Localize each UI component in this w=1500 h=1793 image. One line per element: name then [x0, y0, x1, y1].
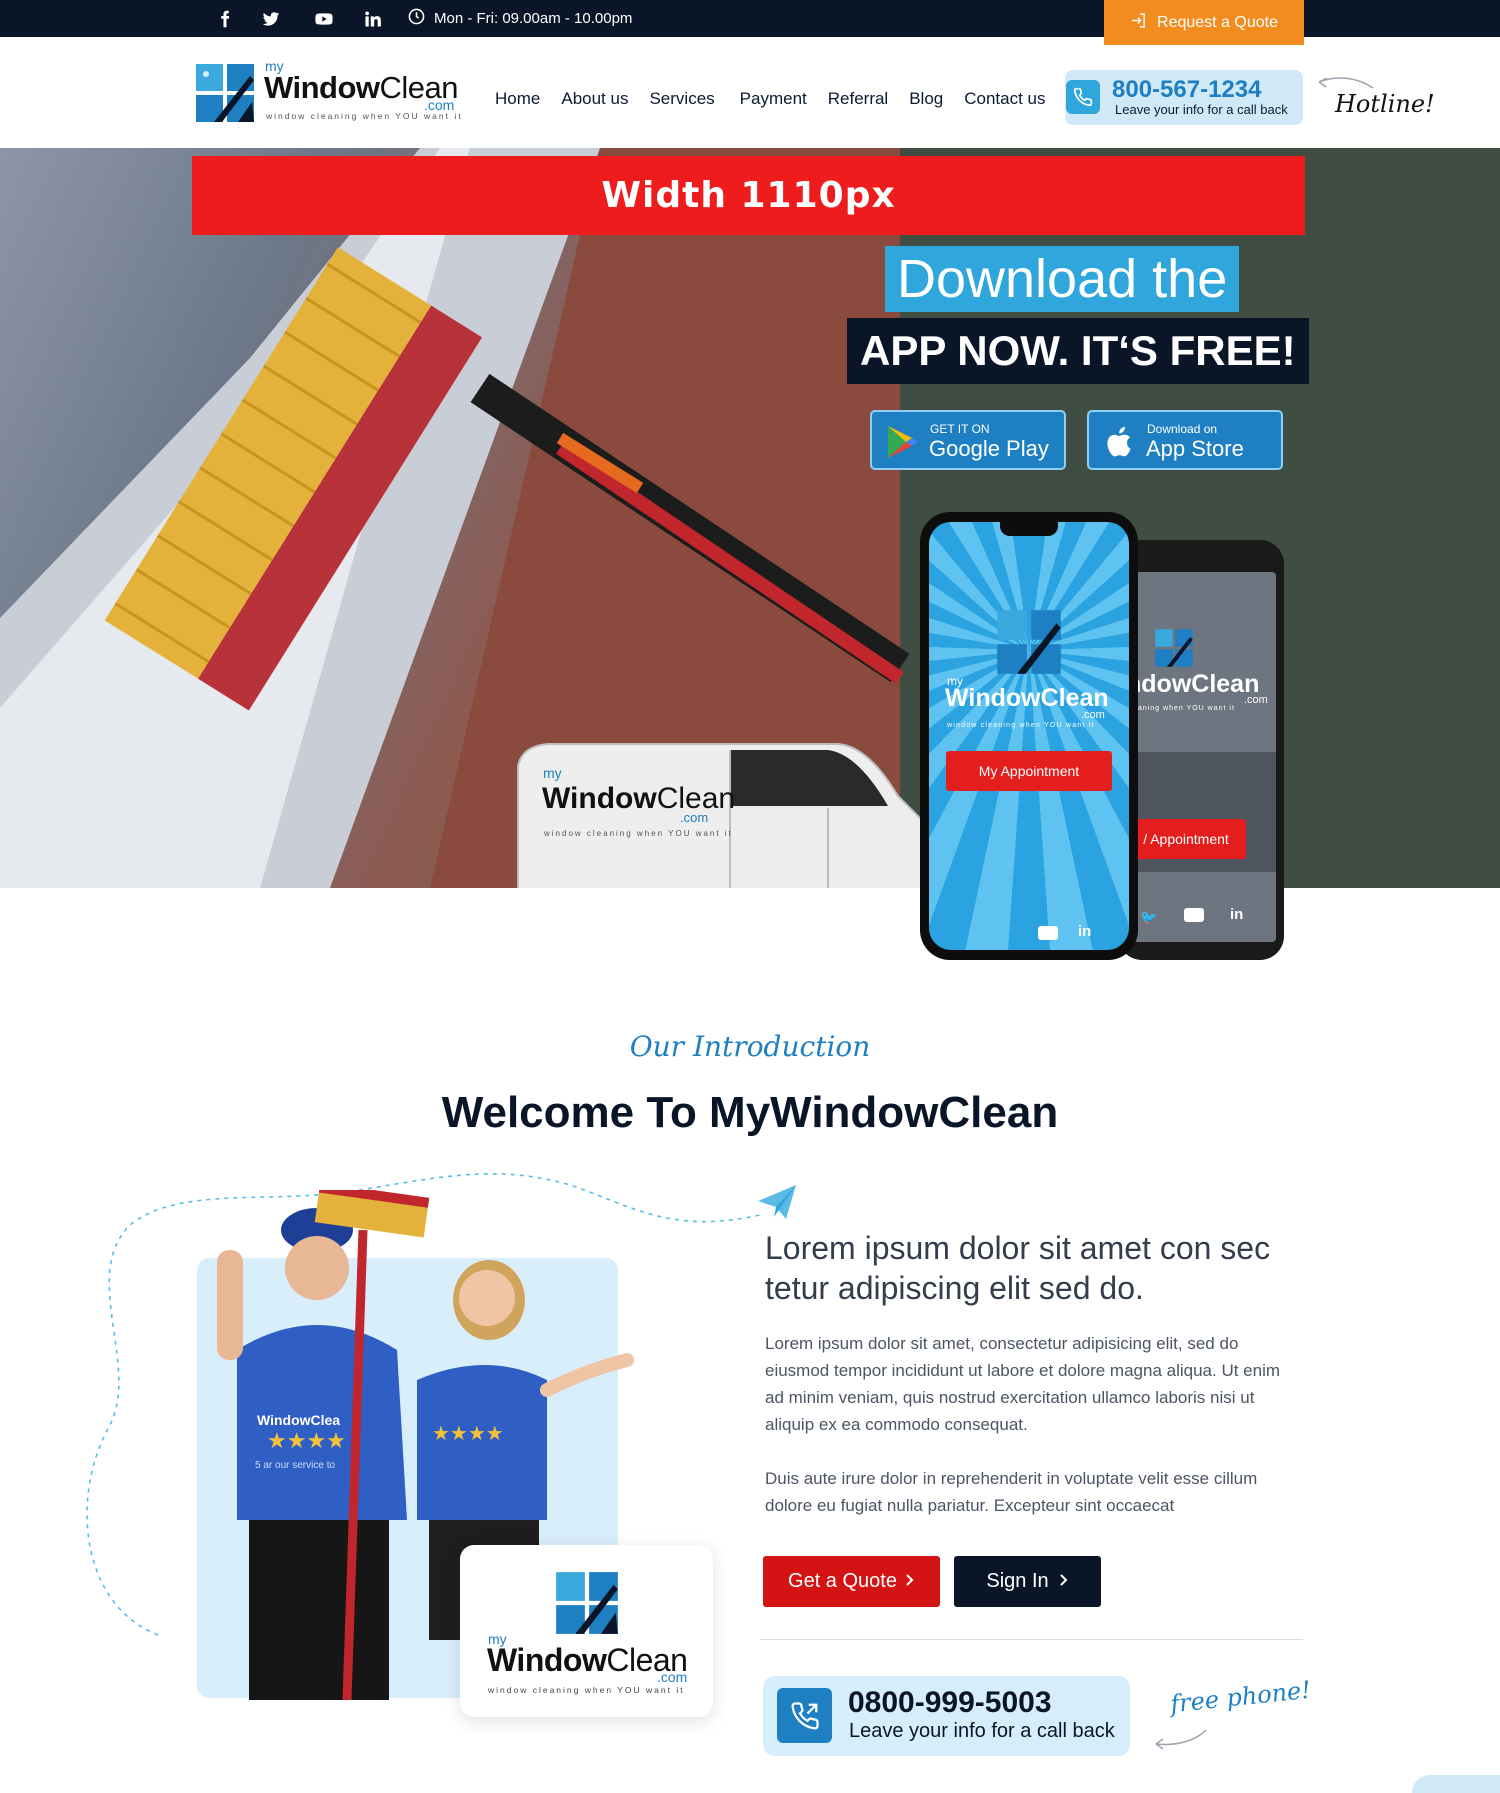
sign-in-button[interactable]: Sign In	[954, 1556, 1101, 1607]
nav-home[interactable]: Home	[495, 89, 540, 109]
phone-back-tagline: cleaning when YOU want it	[1126, 705, 1235, 712]
phone-back-linkedin-icon: in	[1230, 906, 1244, 923]
logo-window-icon	[194, 62, 256, 124]
request-quote-label: Request a Quote	[1157, 13, 1278, 31]
nav-payment[interactable]: Payment	[740, 89, 807, 109]
phone-back-com: .com	[1244, 694, 1268, 706]
free-phone-subtext: Leave your info for a call back	[849, 1720, 1115, 1742]
van-logo-com: .com	[680, 810, 708, 825]
get-quote-label: Get a Quote	[788, 1570, 897, 1592]
hotline-script-label: Hotline!	[1335, 90, 1435, 118]
phone-back-brand: ndowClean	[1126, 670, 1260, 698]
phone-back-mockup: ndowClean .com cleaning when YOU want it…	[1118, 540, 1284, 960]
section-divider	[760, 1639, 1303, 1640]
phone-callback-icon	[777, 1688, 832, 1743]
nav-blog[interactable]: Blog	[909, 89, 943, 109]
youtube-icon[interactable]	[313, 8, 335, 30]
bottom-corner-shape	[1412, 1775, 1500, 1793]
app-store-small: Download on	[1147, 422, 1218, 436]
phone-back-appointment-button[interactable]: / Appointment	[1126, 819, 1246, 859]
badge-logo-com: .com	[657, 1669, 688, 1685]
google-play-small: GET IT ON	[930, 422, 990, 436]
phone-icon	[1066, 80, 1100, 114]
badge-logo-icon	[556, 1572, 618, 1634]
phone-front-tagline: window cleaning when YOU want it	[947, 722, 1095, 729]
phone-front-mockup: my WindowClean .com window cleaning when…	[920, 512, 1138, 960]
shirt-service-text: 5 ar our service to	[255, 1460, 335, 1471]
hotline-number[interactable]: 800-567-1234	[1112, 76, 1261, 104]
clock-icon	[408, 8, 425, 29]
paper-plane-icon	[758, 1185, 796, 1219]
hero-heading-line1: Download the	[885, 246, 1240, 312]
google-play-button[interactable]: GET IT ON Google Play	[870, 410, 1066, 470]
get-quote-button[interactable]: Get a Quote	[763, 1556, 940, 1607]
free-phone-script-label: free phone!	[1168, 1675, 1313, 1719]
intro-paragraph-1: Lorem ipsum dolor sit amet, consectetur …	[765, 1334, 1281, 1434]
phone-back-logo-icon	[1155, 629, 1193, 667]
nav-contact-us[interactable]: Contact us	[964, 89, 1045, 109]
van-logo-tagline: window cleaning when YOU want it	[543, 829, 733, 838]
badge-logo-tagline: window cleaning when YOU want it	[488, 1685, 685, 1695]
twitter-icon[interactable]	[260, 8, 282, 30]
chevron-right-icon	[1059, 1570, 1069, 1593]
intro-title: Welcome To MyWindowClean	[441, 1088, 1059, 1137]
business-hours: Mon - Fri: 09.00am - 10.00pm	[408, 8, 632, 28]
width-banner: Width 1110px	[192, 156, 1305, 235]
linkedin-icon[interactable]	[362, 8, 384, 30]
intro-script-label: Our Introduction	[629, 1030, 871, 1063]
curved-arrow-icon	[1155, 1729, 1207, 1750]
sign-in-label: Sign In	[986, 1570, 1049, 1592]
hours-text: Mon - Fri: 09.00am - 10.00pm	[434, 9, 633, 27]
nav-referral[interactable]: Referral	[828, 89, 888, 109]
free-phone-number[interactable]: 0800-999-5003	[848, 1686, 1052, 1720]
phone-front-linkedin-icon: in	[1078, 923, 1092, 940]
hotline-subtext: Leave your info for a call back	[1115, 102, 1288, 117]
main-nav: Home About us Services Payment Referral …	[495, 89, 1046, 109]
phone-front-com: .com	[1081, 709, 1105, 721]
google-play-big: Google Play	[929, 436, 1049, 461]
phone-notch	[1000, 522, 1058, 536]
phone-front-appointment-button[interactable]: My Appointment	[946, 751, 1112, 791]
apple-icon	[1107, 426, 1131, 457]
svg-text:★★★★: ★★★★	[432, 1423, 504, 1445]
phone-front-logo-icon	[997, 610, 1061, 674]
site-logo[interactable]: my WindowClean .com window cleaning when…	[194, 58, 461, 128]
hero-heading-line2: APP NOW. IT‘S FREE!	[847, 318, 1309, 384]
facebook-icon[interactable]	[214, 8, 236, 30]
phone-back-youtube-icon	[1184, 908, 1204, 922]
app-store-big: App Store	[1146, 436, 1244, 461]
google-play-icon	[888, 426, 918, 458]
shirt-brand-text: WindowClea	[257, 1412, 340, 1428]
svg-text:★★★★: ★★★★	[267, 1428, 346, 1453]
request-quote-button[interactable]: Request a Quote	[1104, 0, 1304, 45]
logo-badge-card: my WindowClean .com window cleaning when…	[460, 1545, 713, 1717]
van-logo-my: my	[543, 765, 562, 781]
logo-tagline: window cleaning when YOU want it	[266, 111, 463, 121]
app-store-button[interactable]: Download on App Store	[1087, 410, 1283, 470]
sign-in-arrow-icon	[1130, 12, 1147, 34]
intro-paragraph-2: Duis aute irure dolor in reprehenderit i…	[765, 1469, 1258, 1515]
van-logo-brand-bold: Window	[542, 782, 657, 815]
phone-back-twitter-icon: 🐦	[1140, 909, 1158, 925]
nav-about-us[interactable]: About us	[561, 89, 628, 109]
phone-front-youtube-icon	[1038, 926, 1058, 940]
intro-lead-text: Lorem ipsum dolor sit amet con sec tetur…	[765, 1230, 1271, 1306]
nav-services[interactable]: Services	[649, 89, 714, 109]
chevron-right-icon	[905, 1570, 915, 1593]
